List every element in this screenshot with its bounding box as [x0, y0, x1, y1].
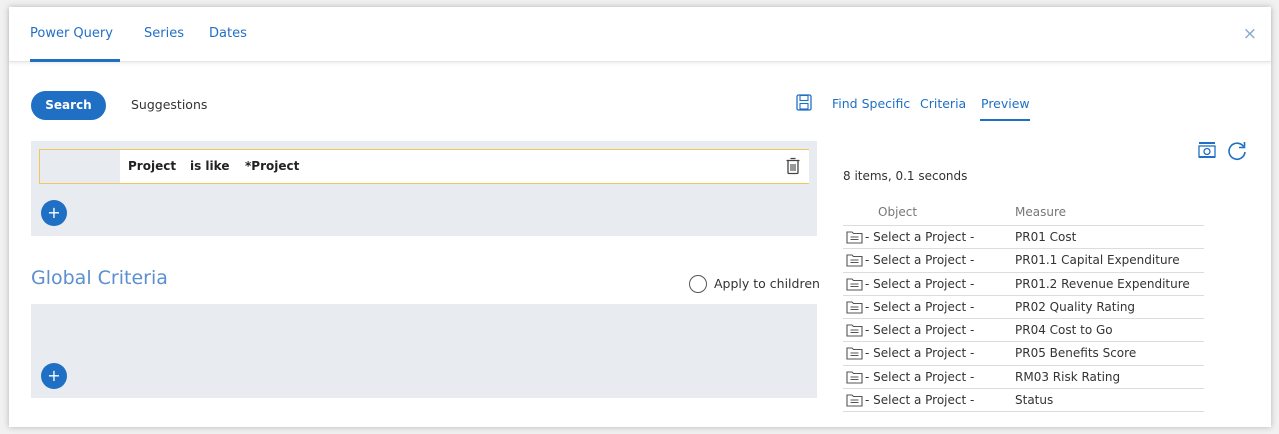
criteria-row[interactable]: Project is like *Project	[39, 149, 809, 184]
preview-table-header: Object Measure	[843, 200, 1204, 226]
table-row[interactable]: - Select a Project - PR01.1 Capital Expen…	[843, 249, 1204, 273]
tab-find-specific[interactable]: Find Specific	[832, 96, 910, 111]
row-object: - Select a Project -	[865, 230, 975, 244]
folder-icon	[846, 347, 863, 361]
row-measure: Status	[1015, 393, 1054, 408]
table-row[interactable]: - Select a Project - PR05 Benefits Score	[843, 342, 1204, 366]
row-measure: PR02 Quality Rating	[1015, 299, 1136, 314]
tab-power-query[interactable]: Power Query	[30, 26, 113, 41]
table-row[interactable]: - Select a Project - RM03 Risk Rating	[843, 366, 1204, 390]
column-header-measure: Measure	[1015, 205, 1066, 219]
global-criteria-title: Global Criteria	[31, 267, 168, 289]
add-criteria-button[interactable]: +	[41, 200, 67, 226]
save-icon[interactable]	[796, 94, 812, 111]
criteria-operator: is like	[190, 159, 230, 173]
folder-icon	[846, 371, 863, 384]
tab-preview[interactable]: Preview	[981, 96, 1030, 111]
folder-icon	[846, 324, 863, 337]
row-object: - Select a Project -	[865, 369, 975, 384]
tab-series[interactable]: Series	[144, 26, 184, 41]
top-tab-bar: Power Query Series Dates ×	[9, 7, 1271, 62]
apply-to-children-radio[interactable]	[689, 275, 707, 293]
preview-table: Object Measure - Select a Project - PR01 …	[843, 200, 1204, 413]
row-object: - Select a Project -	[865, 346, 975, 361]
row-object: - Select a Project -	[865, 393, 975, 408]
suggestions-tab[interactable]: Suggestions	[131, 97, 207, 112]
apply-to-children-label: Apply to children	[714, 276, 820, 291]
query-criteria-panel: Project is like *Project +	[31, 141, 817, 236]
row-measure: PR01.1 Capital Expenditure	[1015, 253, 1180, 268]
criteria-field: Project	[128, 159, 177, 173]
table-row[interactable]: - Select a Project - PR04 Cost to Go	[843, 319, 1204, 343]
row-object: - Select a Project -	[865, 299, 975, 314]
row-measure: PR04 Cost to Go	[1015, 323, 1113, 338]
tab-criteria[interactable]: Criteria	[920, 96, 966, 111]
row-object: - Select a Project -	[865, 276, 975, 291]
refresh-icon[interactable]	[1226, 140, 1248, 162]
folder-icon	[846, 278, 863, 291]
criteria-value: *Project	[245, 159, 300, 173]
trash-icon[interactable]	[785, 156, 801, 175]
criteria-row-content: Project is like *Project	[120, 150, 809, 183]
row-object: - Select a Project -	[865, 253, 975, 268]
folder-icon	[846, 394, 863, 407]
add-global-criteria-button[interactable]: +	[41, 363, 67, 389]
folder-icon	[846, 254, 863, 267]
items-count: 8 items, 0.1 seconds	[843, 169, 968, 183]
preview-tab-underline	[980, 119, 1030, 121]
table-row[interactable]: - Select a Project - PR02 Quality Rating	[843, 296, 1204, 320]
table-row[interactable]: - Select a Project - Status	[843, 389, 1204, 413]
active-tab-underline	[30, 59, 120, 62]
row-measure: PR05 Benefits Score	[1015, 346, 1137, 361]
close-icon[interactable]: ×	[1243, 24, 1257, 44]
row-measure: PR01 Cost	[1015, 230, 1077, 244]
folder-icon	[846, 301, 863, 314]
folder-icon	[846, 231, 863, 244]
global-criteria-panel: +	[31, 304, 817, 398]
row-measure: RM03 Risk Rating	[1015, 369, 1121, 384]
preview-settings-icon[interactable]	[1198, 141, 1216, 159]
tab-dates[interactable]: Dates	[209, 26, 247, 41]
row-object: - Select a Project -	[865, 323, 975, 338]
table-row[interactable]: - Select a Project - PR01.2 Revenue Expen…	[843, 273, 1204, 296]
row-measure: PR01.2 Revenue Expenditure	[1015, 276, 1190, 291]
column-header-object: Object	[878, 205, 918, 219]
table-row[interactable]: - Select a Project - PR01 Cost	[843, 226, 1204, 250]
search-button[interactable]: Search	[31, 91, 106, 120]
power-query-dialog: Power Query Series Dates × Search Sugges…	[9, 7, 1271, 427]
